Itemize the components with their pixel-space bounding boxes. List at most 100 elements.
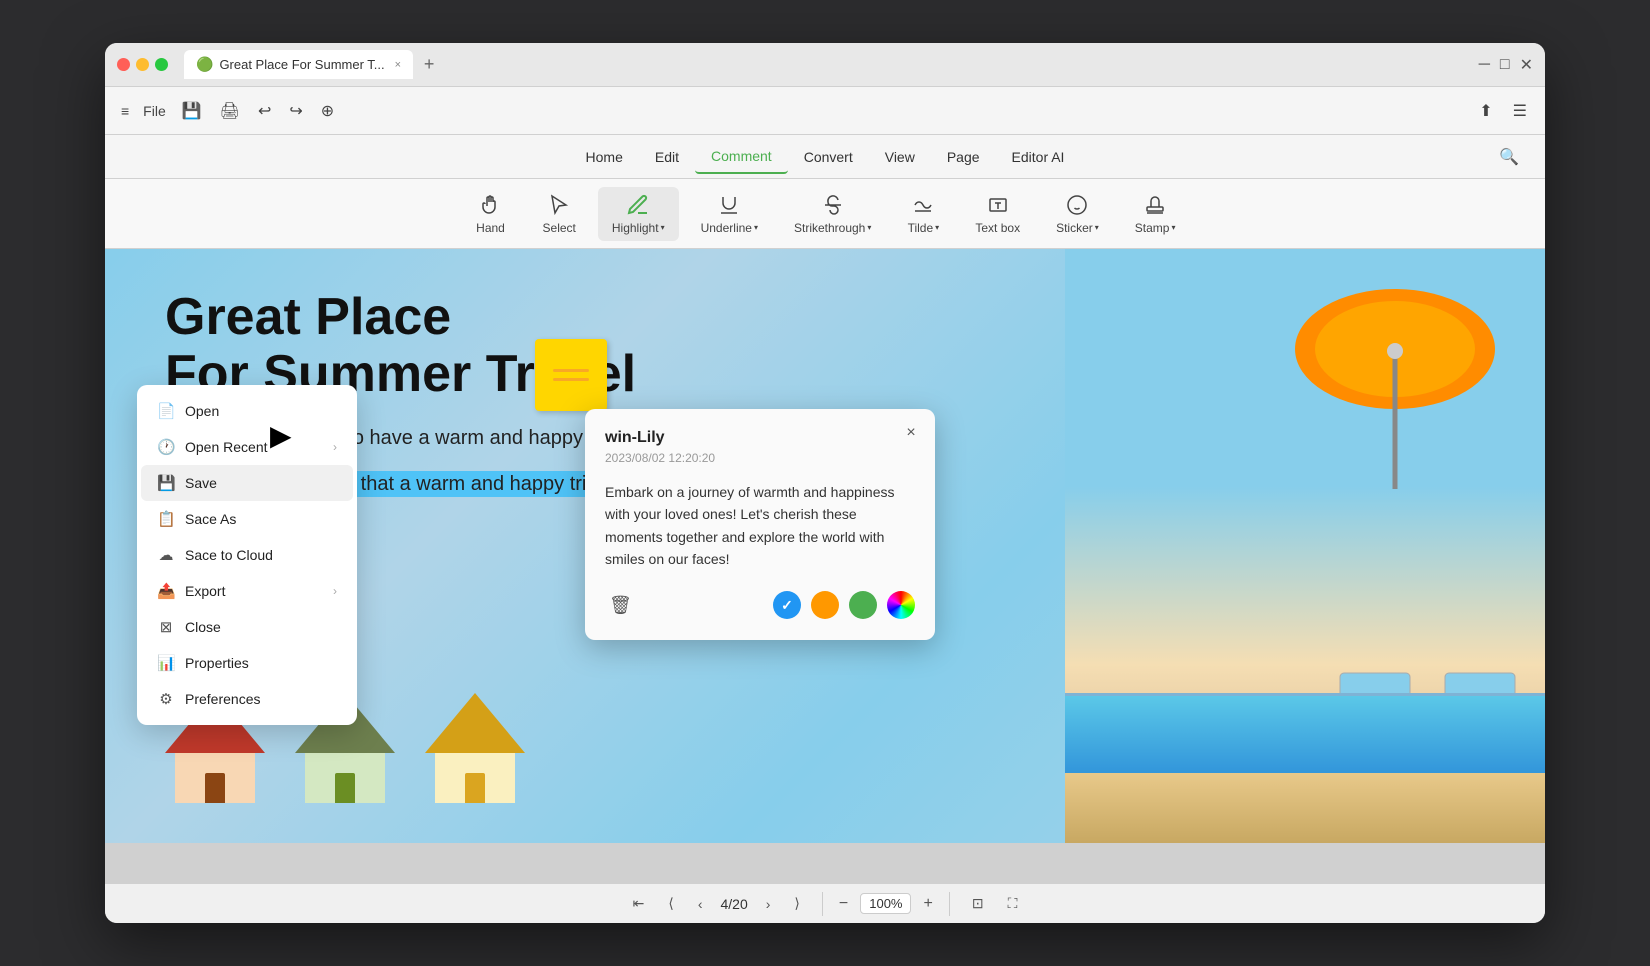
color-green-btn[interactable] bbox=[849, 591, 877, 619]
file-open-recent-btn[interactable]: 🕐 Open Recent › bbox=[141, 429, 353, 465]
anno-select-btn[interactable]: Select bbox=[529, 187, 590, 241]
maximize-window-btn[interactable] bbox=[155, 58, 168, 71]
file-close-btn[interactable]: ⊠ Close bbox=[141, 609, 353, 645]
title-bar: 🟢 Great Place For Summer T... × + ─ □ ✕ bbox=[105, 43, 1545, 87]
window-restore-icon[interactable]: □ bbox=[1500, 56, 1510, 74]
nav-prev-btn[interactable]: ‹ bbox=[692, 892, 709, 916]
comment-close-btn[interactable]: × bbox=[899, 421, 923, 445]
save-btn[interactable]: 💾 bbox=[176, 97, 208, 125]
file-save-as-btn[interactable]: 📋 Sace As bbox=[141, 501, 353, 537]
file-export-btn[interactable]: 📤 Export › bbox=[141, 573, 353, 609]
title-bar-right: ─ □ ✕ bbox=[1479, 55, 1533, 75]
nav-next-btn[interactable]: › bbox=[760, 892, 777, 916]
bottom-bar: ⇤ ⟨ ‹ 4/20 › ⟩ − 100% + ⊡ ⛶ bbox=[105, 883, 1545, 923]
page-number: 4/20 bbox=[721, 896, 748, 912]
save-as-icon: 📋 bbox=[157, 510, 175, 528]
file-save-cloud-btn[interactable]: ☁ Sace to Cloud bbox=[141, 537, 353, 573]
fit-page-btn[interactable]: ⊡ bbox=[966, 891, 990, 916]
file-save-label: Save bbox=[185, 475, 217, 491]
menu-bar-right: 🔍 bbox=[1493, 143, 1525, 171]
file-open-recent-label: Open Recent bbox=[185, 439, 268, 455]
menu-item-page[interactable]: Page bbox=[931, 141, 996, 173]
menu-item-comment[interactable]: Comment bbox=[695, 140, 788, 174]
print-btn[interactable]: 🖨 bbox=[214, 97, 246, 125]
nav-last-btn[interactable]: ⟩ bbox=[788, 891, 805, 916]
anno-sticker-label: Sticker ▾ bbox=[1056, 221, 1099, 235]
app-window: 🟢 Great Place For Summer T... × + ─ □ ✕ … bbox=[105, 43, 1545, 923]
color-orange-btn[interactable] bbox=[811, 591, 839, 619]
redo-btn[interactable]: ↪ bbox=[283, 97, 308, 125]
file-menu-dropdown: 📄 Open 🕐 Open Recent › 💾 Save 📋 Sace As … bbox=[137, 385, 357, 725]
separator-1 bbox=[822, 892, 823, 916]
house-3 bbox=[425, 693, 525, 803]
annotation-toolbar: Hand Select Highlight ▾ Underline ▾ bbox=[105, 179, 1545, 249]
file-preferences-btn[interactable]: ⚙ Preferences bbox=[141, 681, 353, 717]
window-close-icon[interactable]: ✕ bbox=[1520, 55, 1533, 75]
sand bbox=[1065, 773, 1545, 843]
close-window-btn[interactable] bbox=[117, 58, 130, 71]
anno-hand-btn[interactable]: Hand bbox=[461, 187, 521, 241]
file-menu-label: File bbox=[143, 103, 166, 119]
comment-date: 2023/08/02 12:20:20 bbox=[605, 451, 915, 465]
anno-textbox-label: Text box bbox=[975, 221, 1020, 235]
color-rainbow-btn[interactable] bbox=[887, 591, 915, 619]
minimize-window-btn[interactable] bbox=[136, 58, 149, 71]
zoom-in-btn[interactable]: + bbox=[923, 895, 932, 913]
file-properties-btn[interactable]: 📊 Properties bbox=[141, 645, 353, 681]
menu-bar: Home Edit Comment Convert View Page Edit… bbox=[105, 135, 1545, 179]
upload-btn[interactable]: ⬆ bbox=[1473, 97, 1498, 125]
anno-strikethrough-btn[interactable]: Strikethrough ▾ bbox=[780, 187, 885, 241]
search-btn[interactable]: 🔍 bbox=[1493, 143, 1525, 171]
beach-image bbox=[1065, 249, 1545, 843]
hamburger-btn[interactable]: ≡ bbox=[117, 99, 133, 123]
zoom-out-btn[interactable]: − bbox=[839, 895, 848, 913]
tab-label: Great Place For Summer T... bbox=[219, 57, 384, 72]
undo-btn[interactable]: ↩ bbox=[252, 97, 277, 125]
share-btn[interactable]: ⊕ bbox=[315, 97, 340, 125]
properties-icon: 📊 bbox=[157, 654, 175, 672]
color-blue-btn[interactable] bbox=[773, 591, 801, 619]
export-arrow: › bbox=[333, 584, 337, 598]
anno-stamp-label: Stamp ▾ bbox=[1135, 221, 1176, 235]
anno-underline-btn[interactable]: Underline ▾ bbox=[687, 187, 772, 241]
new-tab-btn[interactable]: + bbox=[417, 53, 441, 77]
file-properties-label: Properties bbox=[185, 655, 249, 671]
zoom-level[interactable]: 100% bbox=[860, 893, 911, 914]
anno-textbox-btn[interactable]: Text box bbox=[961, 187, 1034, 241]
anno-tilde-label: Tilde ▾ bbox=[908, 221, 940, 235]
anno-select-label: Select bbox=[543, 221, 576, 235]
menu-item-editor-ai[interactable]: Editor AI bbox=[996, 141, 1081, 173]
nav-first-btn[interactable]: ⇤ bbox=[627, 891, 651, 916]
nav-prev-skip-btn[interactable]: ⟨ bbox=[662, 891, 679, 916]
active-tab[interactable]: 🟢 Great Place For Summer T... × bbox=[184, 50, 413, 79]
sticky-note-lines bbox=[553, 369, 589, 381]
file-open-btn[interactable]: 📄 Open bbox=[141, 393, 353, 429]
anno-tilde-btn[interactable]: Tilde ▾ bbox=[893, 187, 953, 241]
file-save-btn[interactable]: 💾 Save bbox=[141, 465, 353, 501]
comment-author: win-Lily bbox=[605, 429, 915, 447]
open-icon: 📄 bbox=[157, 402, 175, 420]
fullscreen-btn[interactable]: ⛶ bbox=[1002, 891, 1024, 916]
anno-stamp-btn[interactable]: Stamp ▾ bbox=[1121, 187, 1190, 241]
menu-item-view[interactable]: View bbox=[869, 141, 931, 173]
settings-btn[interactable]: ☰ bbox=[1507, 97, 1533, 125]
close-icon: ⊠ bbox=[157, 618, 175, 636]
window-minimize-icon[interactable]: ─ bbox=[1479, 56, 1490, 74]
anno-highlight-label: Highlight ▾ bbox=[612, 221, 665, 235]
file-save-as-label: Sace As bbox=[185, 511, 236, 527]
anno-strikethrough-label: Strikethrough ▾ bbox=[794, 221, 871, 235]
sticky-note[interactable] bbox=[535, 339, 607, 411]
tab-app-icon: 🟢 bbox=[196, 56, 213, 73]
file-menu-btn[interactable]: File bbox=[139, 99, 170, 123]
menu-item-edit[interactable]: Edit bbox=[639, 141, 695, 173]
menu-item-convert[interactable]: Convert bbox=[788, 141, 869, 173]
comment-popup: × win-Lily 2023/08/02 12:20:20 Embark on… bbox=[585, 409, 935, 640]
tab-area: 🟢 Great Place For Summer T... × + bbox=[184, 50, 1471, 79]
menu-item-home[interactable]: Home bbox=[570, 141, 639, 173]
comment-delete-btn[interactable]: 🗑 bbox=[605, 591, 636, 620]
anno-highlight-btn[interactable]: Highlight ▾ bbox=[598, 187, 679, 241]
file-close-label: Close bbox=[185, 619, 221, 635]
anno-sticker-btn[interactable]: Sticker ▾ bbox=[1042, 187, 1113, 241]
open-recent-arrow: › bbox=[333, 440, 337, 454]
tab-close-btn[interactable]: × bbox=[395, 59, 401, 71]
